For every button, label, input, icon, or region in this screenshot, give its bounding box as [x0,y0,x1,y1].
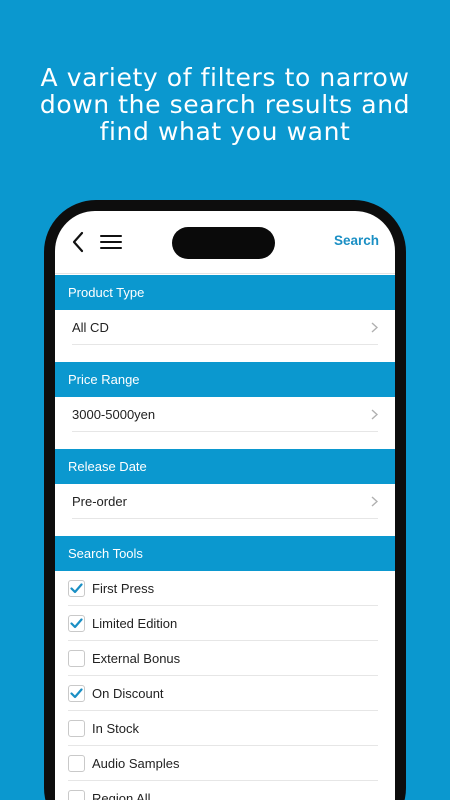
headline-line-3: find what you want [99,117,351,146]
section-header-price-range: Price Range [55,362,395,397]
checkbox[interactable] [68,685,85,702]
row-divider [72,344,378,345]
search-tool-limited-edition[interactable]: Limited Edition [55,606,395,641]
checkbox[interactable] [68,755,85,772]
section-header-search-tools: Search Tools [55,536,395,571]
checkmark-icon [70,688,83,699]
search-tool-external-bonus[interactable]: External Bonus [55,641,395,676]
section-header-product-type: Product Type [55,275,395,310]
checkbox[interactable] [68,790,85,800]
search-tool-label: External Bonus [92,651,181,666]
phone-screen: Search Product Type All CD Price Range 3… [55,211,395,800]
section-gap [55,345,395,362]
checkbox[interactable] [68,580,85,597]
product-type-value: All CD [72,320,109,335]
chevron-left-icon[interactable] [71,231,85,253]
search-tool-label: On Discount [92,686,164,701]
nav-divider [55,273,395,274]
search-tool-label: Audio Samples [92,756,180,771]
chevron-right-icon [371,409,378,420]
checkmark-icon [70,618,83,629]
hamburger-menu-icon[interactable] [100,234,122,250]
search-tool-in-stock[interactable]: In Stock [55,711,395,746]
section-gap [55,519,395,536]
search-tool-label: Region All [92,791,151,800]
search-tool-label: In Stock [92,721,139,736]
search-tool-on-discount[interactable]: On Discount [55,676,395,711]
row-divider [72,518,378,519]
chevron-right-icon [371,496,378,507]
checkmark-icon [70,583,83,594]
checkbox[interactable] [68,615,85,632]
product-type-selector[interactable]: All CD [55,310,395,345]
checkbox[interactable] [68,650,85,667]
search-tool-label: Limited Edition [92,616,178,631]
price-range-selector[interactable]: 3000-5000yen [55,397,395,432]
chevron-right-icon [371,322,378,333]
release-date-value: Pre-order [72,494,127,509]
search-tool-audio-samples[interactable]: Audio Samples [55,746,395,781]
search-button[interactable]: Search [334,233,379,248]
search-tool-region-all[interactable]: Region All [55,781,395,800]
dynamic-island [172,227,275,259]
filter-list: Product Type All CD Price Range 3000-500… [55,275,395,800]
search-tool-label: First Press [92,581,155,596]
search-tool-first-press[interactable]: First Press [55,571,395,606]
row-divider [72,431,378,432]
headline-line-2: down the search results and [39,90,411,119]
promo-headline: A variety of filters to narrow down the … [0,64,450,145]
checkbox[interactable] [68,720,85,737]
price-range-value: 3000-5000yen [72,407,156,422]
release-date-selector[interactable]: Pre-order [55,484,395,519]
section-header-release-date: Release Date [55,449,395,484]
section-gap [55,432,395,449]
headline-line-1: A variety of filters to narrow [40,63,410,92]
